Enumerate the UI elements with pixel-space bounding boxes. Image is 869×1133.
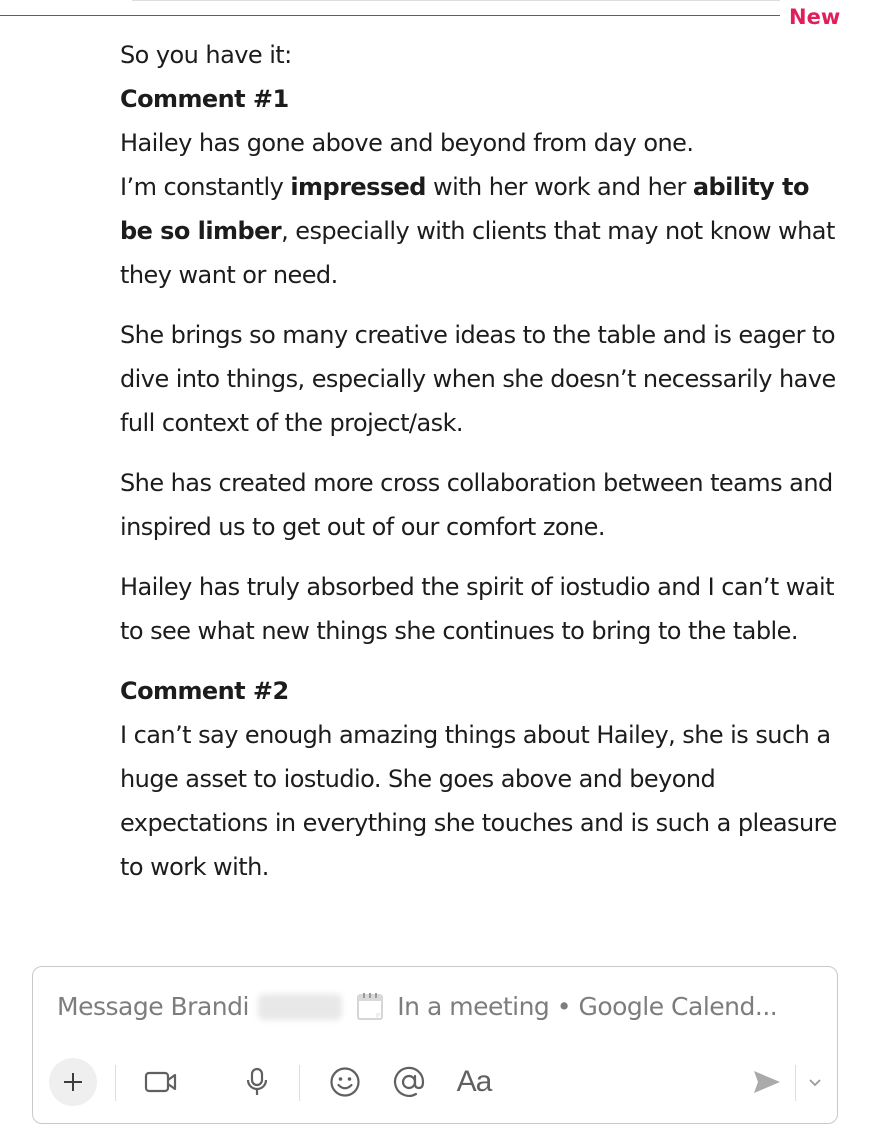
format-label: Aa <box>456 1065 493 1098</box>
comment-1-paragraph-3: She has created more cross collaboration… <box>120 469 833 541</box>
video-clip-button[interactable] <box>141 1059 181 1105</box>
emoji-button[interactable] <box>327 1059 363 1105</box>
send-icon <box>754 1071 780 1093</box>
chevron-down-icon <box>809 1079 821 1087</box>
comment-1-paragraph-2: She brings so many creative ideas to the… <box>120 321 836 437</box>
microphone-icon <box>246 1067 268 1095</box>
composer-toolbar: Aa <box>49 1058 827 1106</box>
toolbar-separator <box>795 1065 796 1101</box>
comment-1-line-1: Hailey has gone above and beyond from da… <box>120 129 694 157</box>
new-messages-divider <box>0 15 780 16</box>
calendar-icon <box>356 991 384 1021</box>
emoji-icon <box>330 1067 360 1097</box>
schedule-send-menu-button[interactable] <box>803 1059 827 1105</box>
toolbar-separator <box>299 1065 300 1101</box>
new-messages-label: New <box>789 5 841 29</box>
redacted-name <box>258 994 343 1020</box>
mention-icon <box>393 1066 425 1097</box>
top-border <box>132 0 780 1</box>
comment-2-heading: Comment #2 <box>120 677 289 705</box>
bold-text-impressed: impressed <box>290 173 426 201</box>
plus-icon <box>64 1073 82 1091</box>
formatting-button[interactable]: Aa <box>451 1059 497 1105</box>
comment-2-paragraph-1: I can’t say enough amazing things about … <box>120 721 837 881</box>
toolbar-separator <box>115 1065 116 1101</box>
message-input[interactable]: Message Brandi In a meeting • Google Cal… <box>57 987 817 1027</box>
attach-button[interactable] <box>49 1058 97 1106</box>
send-button[interactable] <box>749 1059 785 1105</box>
message-intro: So you have it: <box>120 41 292 69</box>
comment-1-paragraph-1: I’m constantly impressed with her work a… <box>120 165 845 297</box>
message-body: So you have it: Comment #1 Hailey has go… <box>120 33 845 889</box>
comment-1-paragraph-4: Hailey has truly absorbed the spirit of … <box>120 573 835 645</box>
mention-button[interactable] <box>389 1059 429 1105</box>
audio-clip-button[interactable] <box>241 1059 273 1105</box>
comment-1-heading: Comment #1 <box>120 85 289 113</box>
video-icon <box>144 1071 177 1093</box>
status-text: In a meeting • Google Calend... <box>397 992 778 1021</box>
text-segment: with her work and her <box>425 173 693 201</box>
placeholder-text: Message Brandi <box>57 992 249 1021</box>
text-segment: I’m constantly <box>120 173 291 201</box>
message-composer: Message Brandi In a meeting • Google Cal… <box>32 966 838 1124</box>
